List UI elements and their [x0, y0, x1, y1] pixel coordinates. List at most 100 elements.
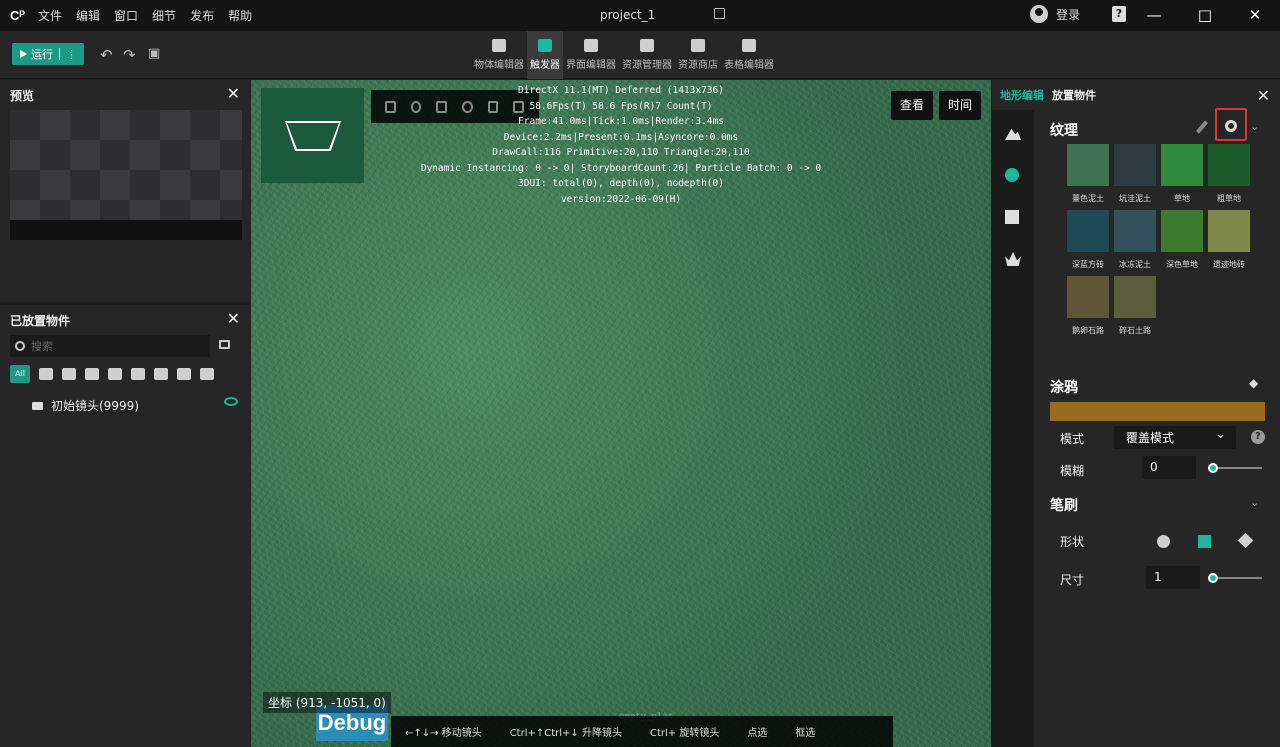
- tab-resource-manager[interactable]: 资源管理器: [619, 31, 675, 79]
- edit-icon[interactable]: [714, 8, 725, 19]
- chevron-down-icon[interactable]: ⌄: [1250, 496, 1259, 509]
- area-icon[interactable]: [154, 368, 168, 380]
- scene-viewport[interactable]: DirectX 11.1(MT) Deferred (1413x736) 58.…: [251, 80, 991, 747]
- search-icon: [15, 341, 25, 351]
- save-icon[interactable]: ▣: [148, 46, 160, 61]
- close-icon[interactable]: ✕: [1257, 86, 1270, 105]
- menu-help[interactable]: 帮助: [228, 7, 252, 24]
- eraser-icon[interactable]: ◆: [1249, 376, 1258, 390]
- diamond-shape-icon[interactable]: [1237, 532, 1254, 549]
- coordinate-readout: 坐标 (913, -1051, 0): [263, 692, 391, 713]
- minimize-button[interactable]: —: [1143, 4, 1165, 26]
- divider: [59, 48, 60, 60]
- login-button[interactable]: 登录: [1030, 5, 1080, 23]
- paint-color-swatch[interactable]: [1050, 402, 1265, 421]
- texture-swatch[interactable]: [1067, 144, 1109, 186]
- run-label: 运行: [31, 48, 53, 61]
- shortcut-hints: ←↑↓→ 移动镜头 Ctrl+↑Ctrl+↓ 升降镜头 Ctrl+ 旋转镜头 点…: [391, 716, 893, 747]
- filter-all[interactable]: All: [10, 365, 30, 383]
- chevron-down-icon[interactable]: ⌄: [1250, 120, 1259, 133]
- paint-texture-icon[interactable]: [1005, 168, 1019, 182]
- folder-icon[interactable]: [219, 340, 230, 349]
- slider-knob[interactable]: [1208, 573, 1218, 583]
- shape-label: 形状: [1060, 535, 1085, 549]
- size-slider[interactable]: [1208, 573, 1262, 583]
- texture-swatch[interactable]: [1067, 276, 1109, 318]
- view-button[interactable]: 查看: [891, 91, 933, 120]
- paint-title: 涂鸦: [1050, 380, 1078, 396]
- stats-line: Dynamic Instancing: 0 -> 0| StoryboardCo…: [420, 162, 822, 174]
- mountain-icon[interactable]: [1005, 128, 1021, 140]
- texture-label: 遗迹地砖: [1213, 260, 1245, 269]
- stats-line: 3DUI: total(0), depth(0), nodepth(0): [518, 178, 724, 189]
- circle-shape-icon[interactable]: [1157, 535, 1170, 548]
- mode-select[interactable]: 覆盖模式 ⌄: [1114, 426, 1236, 449]
- texture-label: 深色草地: [1166, 260, 1198, 269]
- more-icon[interactable]: ⋮: [66, 48, 77, 61]
- maximize-button[interactable]: □: [1194, 4, 1216, 26]
- size-input[interactable]: 1: [1146, 566, 1200, 589]
- preview-panel: 预览 ✕: [0, 80, 250, 302]
- texture-swatch[interactable]: [1208, 144, 1250, 186]
- close-window-button[interactable]: ✕: [1244, 4, 1266, 26]
- highlight-frame: [1215, 108, 1247, 141]
- texture-swatch[interactable]: [1161, 210, 1203, 252]
- undo-icon[interactable]: ↶: [100, 46, 113, 64]
- eye-icon[interactable]: [224, 397, 238, 406]
- tab-ui-editor[interactable]: 界面编辑器: [563, 31, 619, 79]
- time-button[interactable]: 时间: [939, 91, 981, 120]
- camera-icon[interactable]: [108, 368, 122, 380]
- ui-editor-icon: [584, 39, 598, 52]
- blur-input[interactable]: 0: [1142, 456, 1196, 479]
- trigger-hand-icon: [538, 39, 552, 52]
- texture-label: 深蓝方砖: [1072, 260, 1104, 269]
- sound-icon[interactable]: [200, 368, 214, 380]
- slider-knob[interactable]: [1208, 463, 1218, 473]
- tree-icon[interactable]: [62, 368, 76, 380]
- search-input[interactable]: 搜索: [10, 335, 230, 357]
- tab-label: 资源商店: [678, 60, 718, 71]
- mode-label: 模式: [1060, 432, 1085, 446]
- debug-stats: DirectX 11.1(MT) Deferred (1413x736) 58.…: [251, 83, 991, 207]
- tab-resource-store[interactable]: 资源商店: [675, 31, 721, 79]
- tab-place-object[interactable]: 放置物件: [1052, 87, 1096, 103]
- person-icon[interactable]: [39, 368, 53, 380]
- help-book-icon[interactable]: ?: [1112, 6, 1126, 22]
- effect-icon[interactable]: [177, 368, 191, 380]
- menu-window[interactable]: 窗口: [114, 7, 138, 24]
- texture-swatch[interactable]: [1114, 144, 1156, 186]
- menu-edit[interactable]: 编辑: [76, 7, 100, 24]
- plant-icon[interactable]: [1005, 252, 1021, 266]
- tab-terrain-edit[interactable]: 地形编辑: [1000, 87, 1044, 103]
- light-icon[interactable]: [131, 368, 145, 380]
- app-logo: Cᴾ: [10, 7, 25, 23]
- brush-title: 笔刷: [1050, 498, 1078, 514]
- menu-publish[interactable]: 发布: [190, 7, 214, 24]
- road-icon[interactable]: [1005, 210, 1019, 224]
- texture-swatch[interactable]: [1208, 210, 1250, 252]
- close-icon[interactable]: ✕: [227, 309, 240, 328]
- redo-icon[interactable]: ↷: [123, 46, 136, 64]
- pencil-icon[interactable]: [1195, 120, 1209, 134]
- editor-tabs: 物体编辑器 触发器 界面编辑器 资源管理器 资源商店 表格编辑器: [471, 31, 777, 79]
- texture-swatch[interactable]: [1114, 210, 1156, 252]
- stats-line: DrawCall:116 Primitive:20,110 Triangle:2…: [492, 147, 750, 158]
- run-button[interactable]: 运行 ⋮: [12, 43, 84, 65]
- cube-icon[interactable]: [85, 368, 99, 380]
- menu-detail[interactable]: 细节: [152, 7, 176, 24]
- texture-swatch[interactable]: [1161, 144, 1203, 186]
- terrain-panel: 地形编辑 放置物件 ✕ 纹理 ⌄ 薹色泥土 坑洼泥土 草地 粗草地 深蓝方砖 冰…: [992, 80, 1280, 747]
- texture-swatch[interactable]: [1114, 276, 1156, 318]
- texture-swatch[interactable]: [1067, 210, 1109, 252]
- close-icon[interactable]: ✕: [227, 84, 240, 103]
- menu-file[interactable]: 文件: [38, 7, 62, 24]
- tab-trigger[interactable]: 触发器: [527, 31, 563, 79]
- preview-header: 预览 ✕: [0, 80, 250, 110]
- list-item[interactable]: 初始镜头(9999): [32, 397, 242, 414]
- help-icon[interactable]: ?: [1251, 430, 1265, 444]
- blur-slider[interactable]: [1208, 463, 1262, 473]
- tab-table-editor[interactable]: 表格编辑器: [721, 31, 777, 79]
- square-shape-icon[interactable]: [1198, 535, 1211, 548]
- texture-label: 粗草地: [1217, 194, 1241, 203]
- tab-object-editor[interactable]: 物体编辑器: [471, 31, 527, 79]
